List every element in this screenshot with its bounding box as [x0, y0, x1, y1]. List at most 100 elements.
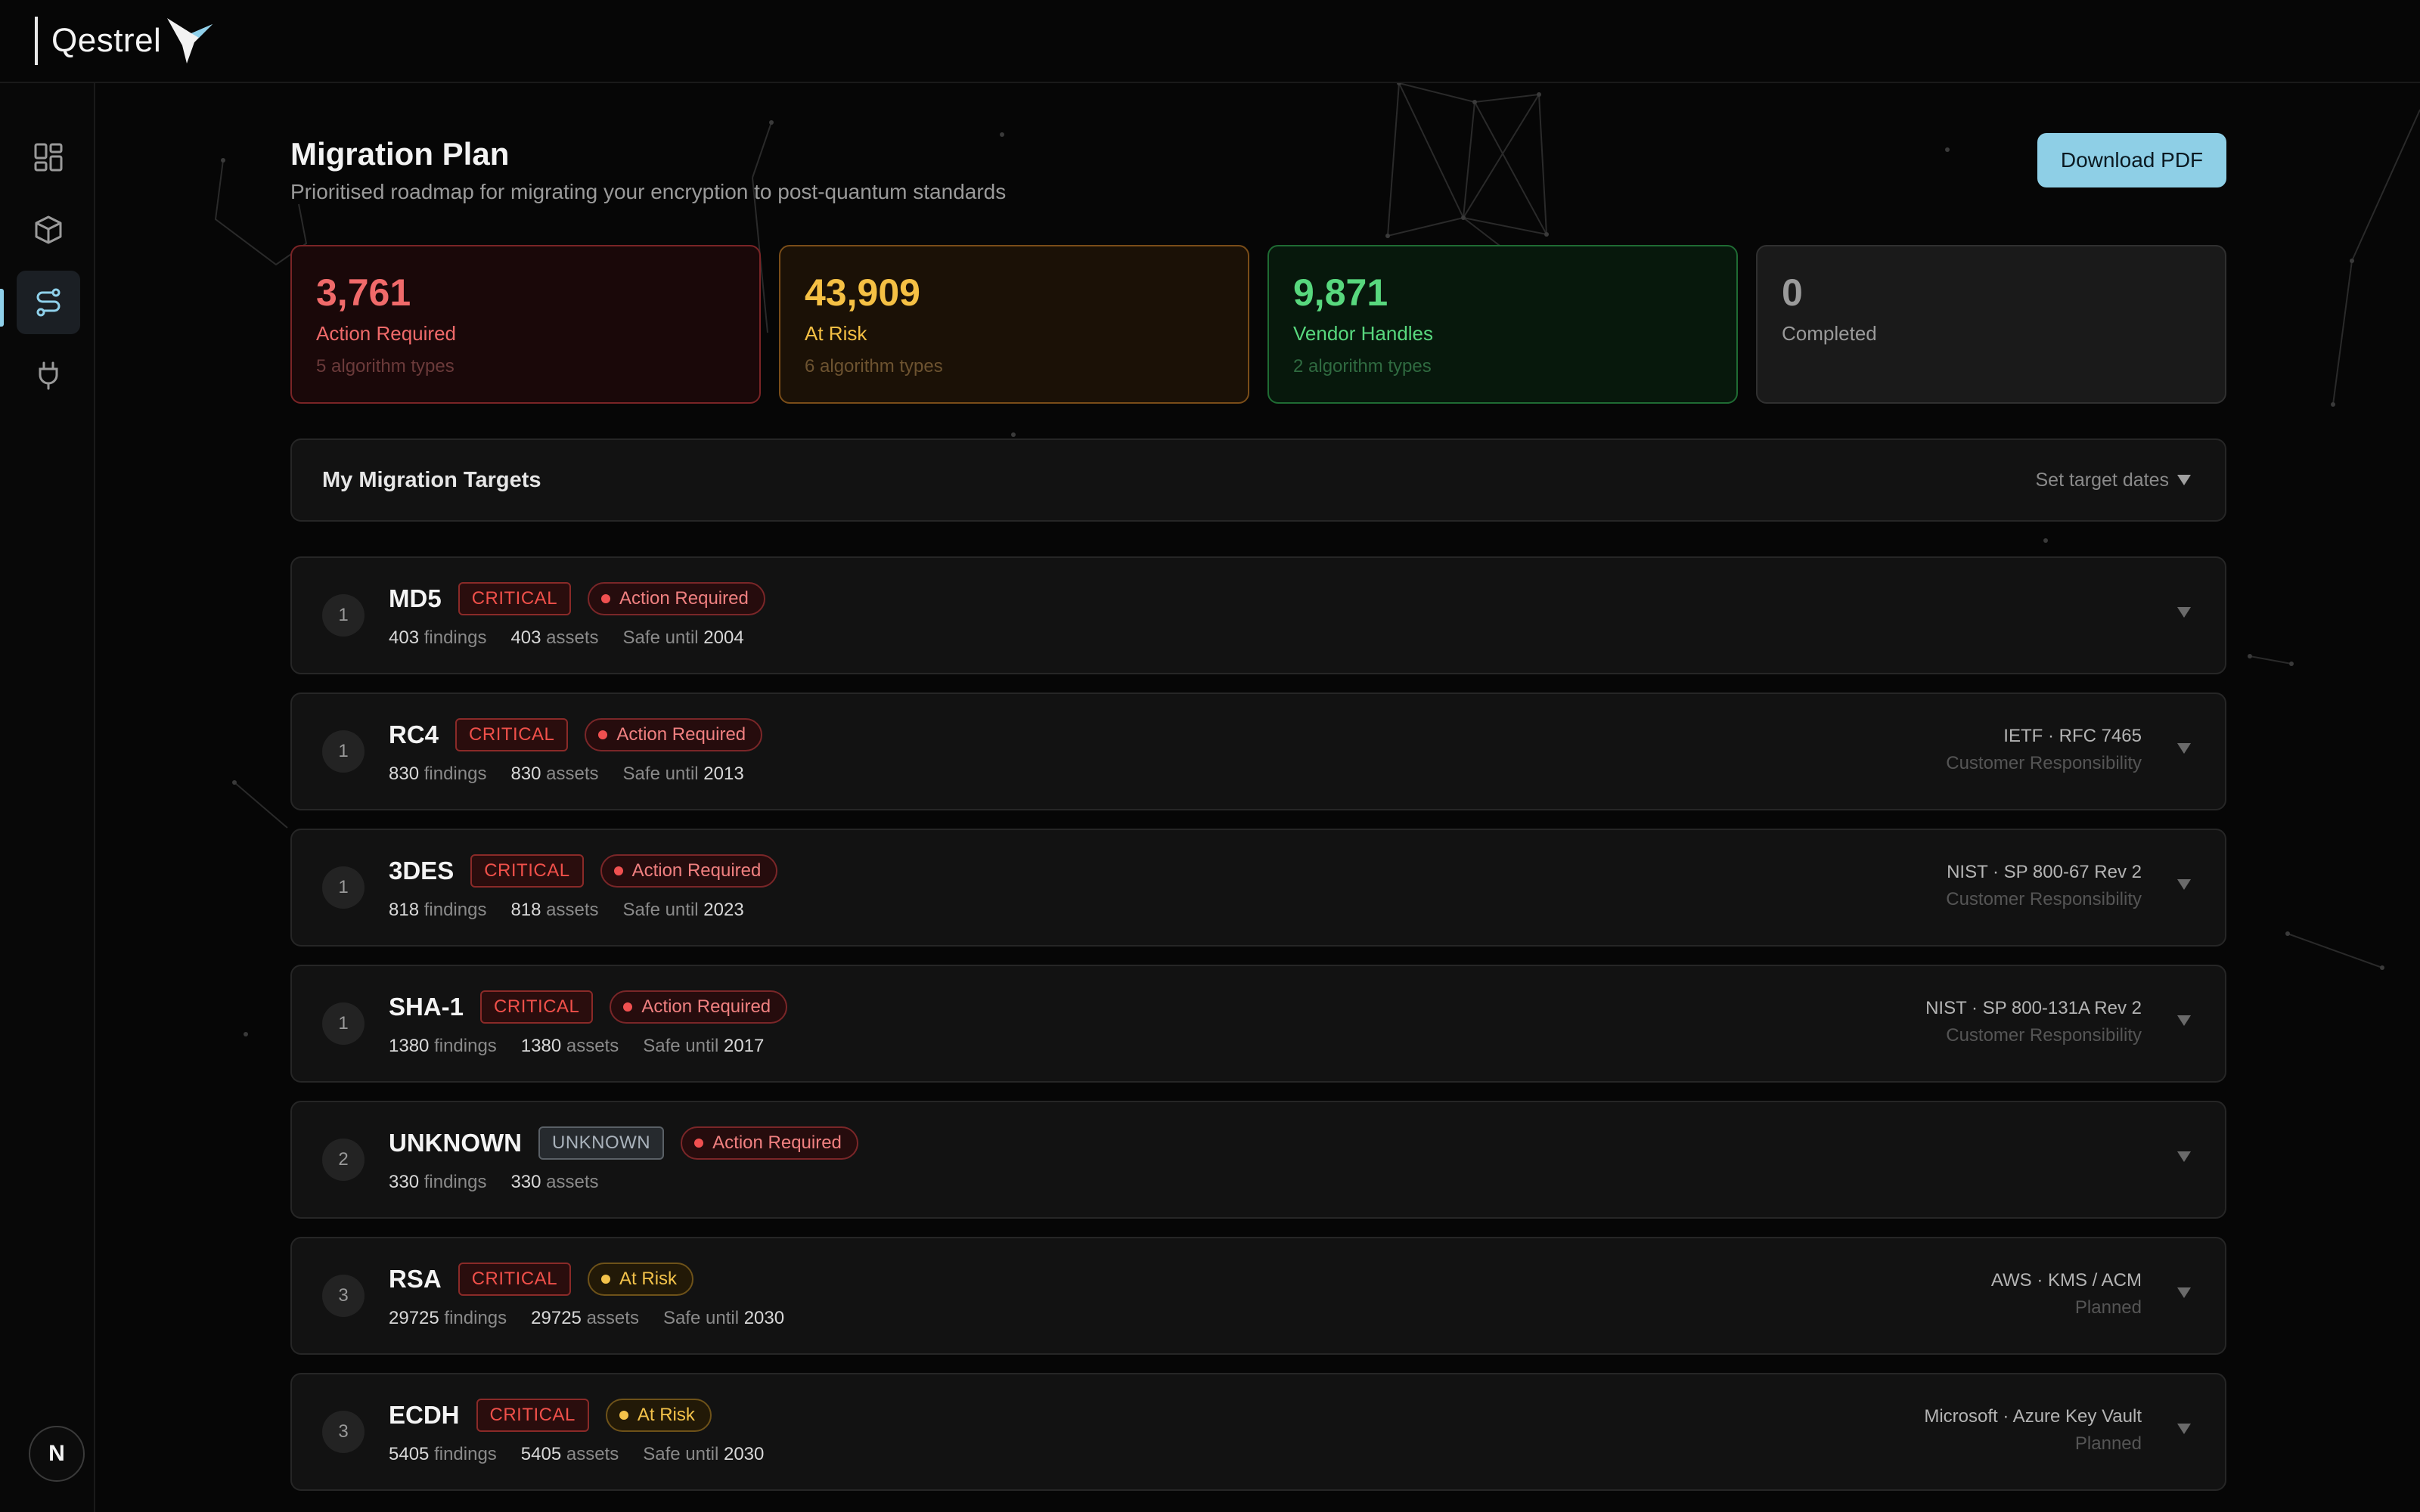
cube-icon [35, 215, 62, 244]
severity-badge: CRITICAL [480, 990, 594, 1024]
status-dot [601, 594, 611, 603]
responsibility-label: Planned [2074, 1433, 2142, 1454]
findings-count: 1380 findings [389, 1036, 497, 1056]
algorithm-meta: 818 findings 818 assets Safe until 2023 [389, 900, 744, 921]
stat-value: 3,761 [316, 271, 411, 314]
expand-chevron-icon[interactable] [2176, 1287, 2192, 1299]
stat-card-action-required[interactable]: 3,761 Action Required 5 algorithm types [290, 245, 761, 404]
sidebar-item-inventory[interactable] [17, 198, 80, 262]
assets-count: 1380 assets [520, 1036, 619, 1056]
set-target-dates-toggle[interactable]: Set target dates [2035, 469, 2192, 491]
caret-down-icon [2177, 475, 2191, 485]
stat-label: At Risk [805, 322, 867, 345]
stat-label: Completed [1782, 322, 1877, 345]
algorithm-row[interactable]: 1 SHA-1 CRITICAL Action Required 1380 fi… [290, 965, 2226, 1083]
status-pill: Action Required [585, 718, 763, 751]
algorithm-name: UNKNOWN [389, 1129, 522, 1157]
active-nav-indicator [0, 289, 4, 327]
stat-subtext: 5 algorithm types [316, 356, 455, 376]
status-label: Action Required [641, 996, 771, 1017]
algorithm-name: SHA-1 [389, 993, 464, 1021]
sidebar-item-migration[interactable] [17, 271, 80, 334]
safe-until: Safe until 2030 [643, 1444, 765, 1464]
algorithm-reference: NIST · SP 800-131A Rev 2 Customer Respon… [1925, 998, 2142, 1046]
assets-count: 5405 assets [520, 1444, 619, 1464]
top-bar: Qestrel [0, 0, 2420, 83]
severity-badge: CRITICAL [470, 854, 584, 888]
expand-chevron-icon[interactable] [2176, 1423, 2192, 1435]
expand-chevron-icon[interactable] [2176, 742, 2192, 754]
algorithm-header: 3DES CRITICAL Action Required [389, 854, 778, 888]
brand-logo[interactable]: Qestrel [35, 15, 217, 67]
plug-icon [39, 361, 58, 390]
assets-count: 29725 assets [531, 1308, 639, 1328]
algorithm-header: RSA CRITICAL At Risk [389, 1263, 694, 1296]
user-avatar[interactable]: N [29, 1426, 85, 1482]
safe-until: Safe until 2030 [662, 1308, 785, 1328]
assets-count: 403 assets [510, 627, 599, 648]
safe-until: Safe until 2023 [622, 900, 744, 920]
status-label: At Risk [637, 1405, 695, 1425]
status-dot [613, 866, 623, 875]
stat-card-completed[interactable]: 0 Completed [1756, 245, 2226, 404]
algorithm-header: UNKNOWN UNKNOWN Action Required [389, 1126, 858, 1160]
algorithm-list: 1 MD5 CRITICAL Action Required 403 findi… [290, 556, 2226, 1509]
findings-count: 403 findings [389, 627, 487, 648]
status-label: Action Required [616, 724, 746, 745]
status-pill: Action Required [588, 582, 765, 615]
responsibility-label: Planned [2074, 1297, 2142, 1318]
algorithm-row[interactable]: 3 ECDH CRITICAL At Risk 5405 findings 54… [290, 1373, 2226, 1491]
findings-count: 29725 findings [389, 1308, 507, 1328]
sidebar-item-dashboard[interactable] [17, 125, 80, 189]
status-pill: At Risk [605, 1399, 712, 1432]
logo-divider [35, 17, 38, 65]
severity-badge: CRITICAL [476, 1399, 589, 1432]
algorithm-header: SHA-1 CRITICAL Action Required [389, 990, 788, 1024]
sidebar-item-integrations[interactable] [17, 343, 80, 407]
priority-badge: 1 [322, 1002, 365, 1045]
algorithm-row[interactable]: 1 MD5 CRITICAL Action Required 403 findi… [290, 556, 2226, 674]
assets-count: 330 assets [510, 1172, 599, 1192]
stat-value: 0 [1782, 271, 1803, 314]
algorithm-row[interactable]: 1 RC4 CRITICAL Action Required 830 findi… [290, 692, 2226, 810]
algorithm-reference: IETF · RFC 7465 Customer Responsibility [1946, 726, 2142, 774]
algorithm-meta: 330 findings 330 assets Safe until [389, 1172, 599, 1193]
status-pill: Action Required [600, 854, 778, 888]
algorithm-row[interactable]: 1 3DES CRITICAL Action Required 818 find… [290, 829, 2226, 947]
sidebar: N [0, 83, 95, 1512]
stat-card-vendor-handles[interactable]: 9,871 Vendor Handles 2 algorithm types [1267, 245, 1738, 404]
safe-until: Safe until 2017 [643, 1036, 765, 1056]
algorithm-meta: 5405 findings 5405 assets Safe until 203… [389, 1444, 764, 1465]
status-label: Action Required [619, 588, 749, 609]
severity-badge: CRITICAL [455, 718, 569, 751]
responsibility-label: Customer Responsibility [1946, 753, 2142, 773]
expand-chevron-icon[interactable] [2176, 606, 2192, 618]
priority-badge: 1 [322, 866, 365, 909]
status-pill: At Risk [588, 1263, 694, 1296]
summary-stats: 3,761 Action Required 5 algorithm types … [290, 245, 2226, 404]
standard-reference: NIST · SP 800-131A Rev 2 [1925, 998, 2142, 1018]
brand-name: Qestrel [51, 22, 162, 59]
algorithm-row[interactable]: 3 RSA CRITICAL At Risk 29725 findings 29… [290, 1237, 2226, 1355]
download-pdf-button[interactable]: Download PDF [2037, 133, 2226, 187]
safe-until: Safe until 2013 [622, 764, 744, 784]
kestrel-bird-icon [167, 18, 213, 64]
expand-chevron-icon[interactable] [2176, 1015, 2192, 1027]
status-dot [623, 1002, 633, 1012]
algorithm-name: RC4 [389, 720, 439, 748]
algorithm-header: MD5 CRITICAL Action Required [389, 582, 765, 615]
status-dot [598, 730, 608, 739]
status-label: Action Required [712, 1132, 842, 1153]
status-pill: Action Required [610, 990, 788, 1024]
migration-targets-panel[interactable]: My Migration Targets Set target dates [290, 438, 2226, 522]
stat-card-at-risk[interactable]: 43,909 At Risk 6 algorithm types [779, 245, 1249, 404]
route-icon [36, 288, 60, 317]
targets-title: My Migration Targets [322, 467, 541, 492]
responsibility-label: Customer Responsibility [1946, 1025, 2142, 1046]
algorithm-row[interactable]: 2 UNKNOWN UNKNOWN Action Required 330 fi… [290, 1101, 2226, 1219]
set-target-dates-label: Set target dates [2035, 469, 2169, 491]
standard-reference: NIST · SP 800-67 Rev 2 [1947, 862, 2142, 882]
expand-chevron-icon[interactable] [2176, 878, 2192, 891]
expand-chevron-icon[interactable] [2176, 1151, 2192, 1163]
stat-label: Vendor Handles [1293, 322, 1434, 345]
